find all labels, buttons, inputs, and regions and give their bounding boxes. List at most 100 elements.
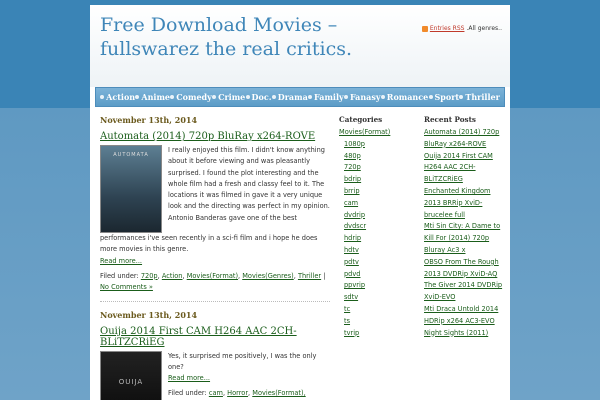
- categories-sidebar: Categories Movies(Format) 1080p 480p 720…: [339, 115, 419, 400]
- category-item: hdrip: [339, 233, 419, 245]
- tag-link[interactable]: Thriller: [298, 272, 321, 280]
- recent-post-link[interactable]: OBSO From The Rough: [424, 258, 499, 266]
- post-date: November 13th, 2014: [100, 115, 198, 125]
- nav-item-romance[interactable]: Romance: [380, 92, 428, 102]
- bullet-icon: [308, 95, 313, 99]
- filed-under-label: Filed under:: [168, 389, 207, 398]
- category-link[interactable]: Movies(Format): [339, 128, 390, 136]
- category-item: ppvrip: [339, 280, 419, 292]
- recent-post-link[interactable]: H264 AAC 2CH-: [424, 163, 476, 171]
- recent-post-link[interactable]: The Giver 2014 DVDRip: [424, 281, 502, 289]
- recent-post-link[interactable]: 2013 DVDRip XviD-AQ: [424, 270, 497, 278]
- recent-post-item: BluRay x264-ROVE: [424, 139, 508, 151]
- category-link[interactable]: 1080p: [344, 140, 365, 148]
- category-link[interactable]: dvdscr: [344, 222, 366, 230]
- tag-link[interactable]: Movies(Format): [187, 272, 238, 280]
- recent-post-link[interactable]: BLiTZCRiEG: [424, 175, 463, 183]
- category-link[interactable]: pdtv: [344, 258, 359, 266]
- genre-nav: Action Anime Comedy Crime Doc. Drama Fam…: [95, 87, 505, 107]
- category-item: ts: [339, 316, 419, 328]
- category-link[interactable]: 480p: [344, 152, 361, 160]
- recent-post-link[interactable]: XviD-EVO: [424, 293, 455, 301]
- tag-link[interactable]: 720p: [141, 272, 158, 280]
- recent-post-item: Bluray Ac3 x: [424, 245, 508, 257]
- category-item: tc: [339, 304, 419, 316]
- nav-item-crime[interactable]: Crime: [212, 92, 245, 102]
- category-item: pdtv: [339, 257, 419, 269]
- recent-post-link[interactable]: Ouija 2014 First CAM: [424, 152, 493, 160]
- tag-link[interactable]: Movies(Format),: [252, 389, 305, 397]
- category-link[interactable]: hdtv: [344, 246, 359, 254]
- all-genres-link[interactable]: .All genres..: [466, 25, 502, 32]
- poster-title: OUIJA: [118, 377, 144, 386]
- recent-post-link[interactable]: BluRay x264-ROVE: [424, 140, 486, 148]
- nav-item-sport[interactable]: Sport: [428, 92, 459, 102]
- bullet-icon: [380, 95, 385, 99]
- comments-link[interactable]: No Comments »: [100, 283, 153, 291]
- top-links: Entries RSS .All genres..: [421, 25, 502, 32]
- movie-poster-image[interactable]: AUTOMATA: [100, 145, 162, 233]
- category-item: dvdrip: [339, 210, 419, 222]
- tag-link[interactable]: Movies(Genres): [242, 272, 294, 280]
- recent-post-link[interactable]: HDRip x264 AC3-EVO: [424, 317, 495, 325]
- recent-post-link[interactable]: Automata (2014) 720p: [424, 128, 499, 136]
- tag-link[interactable]: Horror: [227, 389, 248, 397]
- recent-post-link[interactable]: Mti Sin City: A Dame to: [424, 222, 500, 230]
- recent-post-link[interactable]: Kill For (2014) 720p: [424, 234, 489, 242]
- category-item: bdrip: [339, 174, 419, 186]
- category-link[interactable]: bdrip: [344, 175, 361, 183]
- recent-post-item: Ouija 2014 First CAM: [424, 151, 508, 163]
- recent-post-link[interactable]: brucelee full: [424, 211, 465, 219]
- post-title-link[interactable]: Ouija 2014 First CAM H264 AAC 2CH-BLiTZC…: [100, 326, 330, 348]
- nav-item-comedy[interactable]: Comedy: [170, 92, 212, 102]
- read-more-link[interactable]: Read more...: [100, 257, 142, 265]
- category-link[interactable]: brrip: [344, 187, 360, 195]
- entries-rss-link[interactable]: Entries RSS: [430, 25, 465, 32]
- category-link[interactable]: tvrip: [344, 329, 359, 337]
- post-excerpt: I really enjoyed this film. I didn't kno…: [168, 146, 330, 222]
- nav-item-thriller[interactable]: Thriller: [459, 92, 500, 102]
- recent-post-item: XviD-EVO: [424, 292, 508, 304]
- category-item: sdtv: [339, 292, 419, 304]
- recent-post-item: OBSO From The Rough: [424, 257, 508, 269]
- category-link[interactable]: tc: [344, 305, 350, 313]
- nav-item-action[interactable]: Action: [100, 92, 135, 102]
- nav-item-anime[interactable]: Anime: [135, 92, 170, 102]
- nav-item-doc[interactable]: Doc.: [245, 92, 271, 102]
- post-meta: Filed under: cam, Horror, Movies(Format)…: [168, 389, 306, 398]
- movie-poster-image[interactable]: OUIJA: [100, 350, 162, 400]
- post-excerpt-continued: performances i've seen recently in a sci…: [100, 234, 318, 254]
- category-link[interactable]: sdtv: [344, 293, 358, 301]
- recent-post-link[interactable]: Night Sights (2011): [424, 329, 488, 337]
- tag-link[interactable]: Action: [162, 272, 183, 280]
- site-title[interactable]: Free Download Movies – fullswarez the re…: [100, 13, 360, 61]
- category-item: hdtv: [339, 245, 419, 257]
- post-body: AUTOMATA I really enjoyed this film. I d…: [100, 145, 330, 233]
- category-link[interactable]: hdrip: [344, 234, 361, 242]
- category-link[interactable]: ppvrip: [344, 281, 365, 289]
- bullet-icon: [212, 95, 217, 99]
- category-link[interactable]: cam: [344, 199, 358, 207]
- nav-item-drama[interactable]: Drama: [271, 92, 308, 102]
- category-link[interactable]: pdvd: [344, 270, 360, 278]
- tag-link[interactable]: cam: [209, 389, 223, 397]
- category-link[interactable]: dvdrip: [344, 211, 365, 219]
- bullet-icon: [271, 95, 276, 99]
- category-item: 1080p: [339, 139, 419, 151]
- category-link[interactable]: ts: [344, 317, 350, 325]
- category-item: 480p: [339, 151, 419, 163]
- category-link[interactable]: 720p: [344, 163, 361, 171]
- recent-post-link[interactable]: Mti Draca Untold 2014: [424, 305, 498, 313]
- recent-post-item: The Giver 2014 DVDRip: [424, 280, 508, 292]
- post-title-link[interactable]: Automata (2014) 720p BluRay x264-ROVE: [100, 131, 330, 142]
- bullet-icon: [170, 95, 175, 99]
- recent-post-link[interactable]: Enchanted Kingdom: [424, 187, 490, 195]
- post: November 13th, 2014 Ouija 2014 First CAM…: [100, 310, 330, 400]
- nav-item-fanasy[interactable]: Fanasy: [343, 92, 381, 102]
- read-more-link[interactable]: Read more...: [168, 374, 210, 382]
- recent-post-link[interactable]: Bluray Ac3 x: [424, 246, 466, 254]
- recent-post-link[interactable]: 2013 BRRip XviD-: [424, 199, 482, 207]
- nav-item-family[interactable]: Family: [308, 92, 344, 102]
- bullet-icon: [100, 95, 105, 99]
- recent-post-item: Night Sights (2011): [424, 328, 508, 340]
